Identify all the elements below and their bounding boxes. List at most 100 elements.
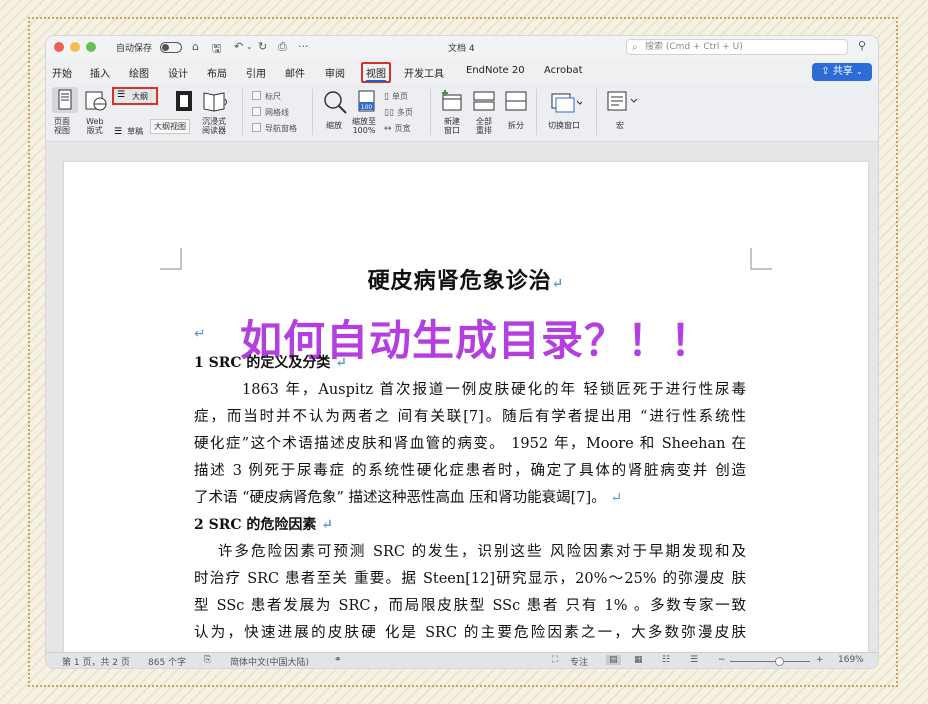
macros-button[interactable] [606, 89, 638, 117]
accessibility-icon[interactable]: ⚭ [334, 655, 342, 665]
zoom-out-icon[interactable]: − [718, 655, 726, 665]
web-layout-label: Web 版式 [86, 117, 104, 135]
autosave-toggle[interactable] [160, 42, 182, 53]
home-icon[interactable]: ⌂ [192, 40, 199, 53]
immersive-reader-label: 沉浸式 阅读器 [202, 117, 226, 135]
account-icon[interactable]: ⚲ [858, 39, 866, 52]
tab-developer[interactable]: 开发工具 [404, 65, 444, 80]
share-button[interactable]: ⇪ 共享 ⌄ [812, 63, 872, 81]
tab-design[interactable]: 设计 [168, 65, 188, 80]
print-icon[interactable]: ⎙ [278, 40, 287, 54]
outline-icon: ☰ [117, 90, 126, 100]
web-icon [85, 91, 107, 111]
gridlines-checkbox[interactable]: 网格线 [252, 107, 289, 118]
document-canvas[interactable]: 硬皮病肾危象诊治↵ ↵ 如何自动生成目录？！！ 1 SRC 的定义及分类 ↵ 1… [46, 142, 878, 662]
tab-endnote[interactable]: EndNote 20 [466, 65, 525, 76]
web-layout-button[interactable] [84, 89, 108, 117]
new-window-button[interactable] [440, 89, 464, 117]
outline-view-tooltip: 大纲视图 [150, 119, 190, 134]
paragraph-line: 了术语 “硬皮病肾危象” 描述这种恶性高血 压和肾功能衰竭[7]。 ↵ [194, 490, 623, 506]
zoom-window-button[interactable] [86, 42, 96, 52]
arrange-icon [473, 91, 495, 111]
undo-icon[interactable]: ↶ [234, 40, 243, 53]
document-name: 文档 4 [448, 44, 475, 54]
tab-layout[interactable]: 布局 [207, 65, 227, 80]
switch-windows-button[interactable] [550, 89, 584, 117]
draft-status-icon[interactable]: ☰ [690, 655, 698, 665]
split-label: 拆分 [508, 121, 524, 130]
paragraph-line: 型 SSc 患者发展为 SRC，而局限皮肤型 SSc 患者 只有 1% 。多数专… [194, 598, 746, 614]
arrange-all-button[interactable] [472, 89, 496, 117]
magnifier-icon [324, 91, 347, 114]
paragraph-line: 认为，快速进展的皮肤硬 化是 SRC 的主要危险因素之一，大多数弥漫皮肤 [194, 625, 746, 641]
nav-pane-checkbox[interactable]: 导航窗格 [252, 123, 297, 134]
page-icon [58, 89, 72, 110]
page-count[interactable]: 第 1 页，共 2 页 [62, 655, 130, 668]
multiple-pages-button[interactable]: ▯▯ 多页 [384, 107, 413, 118]
language-indicator[interactable]: 简体中文(中国大陆) [230, 655, 309, 668]
tab-draw[interactable]: 绘图 [129, 65, 149, 80]
macros-icon [607, 91, 638, 111]
autosave-label: 自动保存 [116, 44, 153, 54]
print-layout-button[interactable] [52, 87, 78, 113]
outline-button[interactable]: ☰ 大纲 [112, 87, 158, 105]
share-label: 共享 [832, 66, 853, 77]
divider [312, 89, 313, 135]
outline-status-icon[interactable]: ☷ [662, 655, 670, 665]
immersive-reader-button[interactable] [202, 89, 230, 117]
zoom-button[interactable] [322, 89, 348, 119]
svg-text:100: 100 [361, 104, 373, 111]
print-layout-label: 页面 视图 [54, 117, 70, 135]
split-icon [505, 91, 527, 111]
focus-button[interactable] [174, 89, 196, 117]
zoom-slider[interactable] [730, 657, 810, 666]
web-layout-status-icon[interactable]: ▦ [634, 655, 643, 665]
zoom-percentage[interactable]: 169% [838, 655, 864, 665]
paragraph-line: 1863 年，Auspitz 首次报道一例皮肤硬化的年 轻锁匠死于进行性尿毒 [242, 382, 746, 398]
ruler-checkbox[interactable]: 标尺 [252, 91, 281, 102]
paragraph-mark: ↵ [335, 355, 347, 371]
divider [596, 89, 597, 135]
save-icon[interactable]: 🖫 [212, 40, 221, 59]
divider [536, 89, 537, 135]
share-icon: ⇪ [821, 66, 830, 77]
word-count[interactable]: 865 个字 [148, 655, 186, 668]
focus-icon[interactable]: ⛶ [552, 655, 558, 665]
draft-label: 草稿 [127, 127, 144, 136]
tab-view[interactable]: 视图 [361, 62, 391, 83]
undo-dropdown-icon[interactable]: ⌄ [246, 42, 253, 51]
search-input[interactable]: ⌕ 搜索 (Cmd + Ctrl + U) [626, 39, 848, 55]
tab-mailings[interactable]: 邮件 [285, 65, 305, 80]
close-window-button[interactable] [54, 42, 64, 52]
paragraph-line: 许多危险因素可预测 SRC 的发生，识别这些 风险因素对于早期发现和及 [218, 544, 746, 560]
tab-insert[interactable]: 插入 [90, 65, 110, 80]
divider [242, 89, 243, 135]
tab-acrobat[interactable]: Acrobat [544, 65, 583, 76]
zoom-100-icon: 100 [358, 90, 375, 112]
zoom-slider-handle[interactable] [775, 657, 785, 666]
zoom-in-icon[interactable]: + [816, 655, 824, 665]
document-page[interactable]: 硬皮病肾危象诊治↵ ↵ 如何自动生成目录？！！ 1 SRC 的定义及分类 ↵ 1… [64, 162, 868, 662]
macros-label: 宏 [616, 121, 624, 130]
focus-mode-button[interactable]: 专注 [570, 655, 588, 668]
split-button[interactable] [504, 89, 528, 117]
print-layout-status-icon[interactable]: ▤ [606, 655, 621, 665]
zoom-label: 缩放 [326, 121, 342, 130]
tab-references[interactable]: 引用 [246, 65, 266, 80]
tab-review[interactable]: 审阅 [325, 65, 345, 80]
more-commands-icon[interactable]: ··· [298, 40, 309, 53]
book-speaker-icon [203, 92, 227, 112]
paragraph-mark: ↵ [610, 490, 623, 506]
redo-icon[interactable]: ↻ [258, 40, 267, 53]
paragraph-line: 症，而当时并不认为两者之 间有关联[7]。随后有学者提出用 “进行性系统性 [194, 409, 746, 425]
paragraph-line: 描述 3 例死于尿毒症 的系统性硬化症患者时，确定了具体的肾脏病变并 创造 [194, 463, 746, 479]
zoom-100-button[interactable]: 100 [356, 89, 378, 119]
page-width-button[interactable]: ↔ 页宽 [384, 123, 411, 134]
search-icon: ⌕ [632, 42, 638, 53]
one-page-button[interactable]: ▯ 单页 [384, 91, 408, 102]
draft-button[interactable]: ☰ 草稿 [114, 119, 143, 138]
proofing-icon[interactable]: ⎘ [204, 655, 211, 665]
tab-home[interactable]: 开始 [52, 65, 72, 80]
minimize-window-button[interactable] [70, 42, 80, 52]
chevron-down-icon: ⌄ [856, 67, 863, 76]
